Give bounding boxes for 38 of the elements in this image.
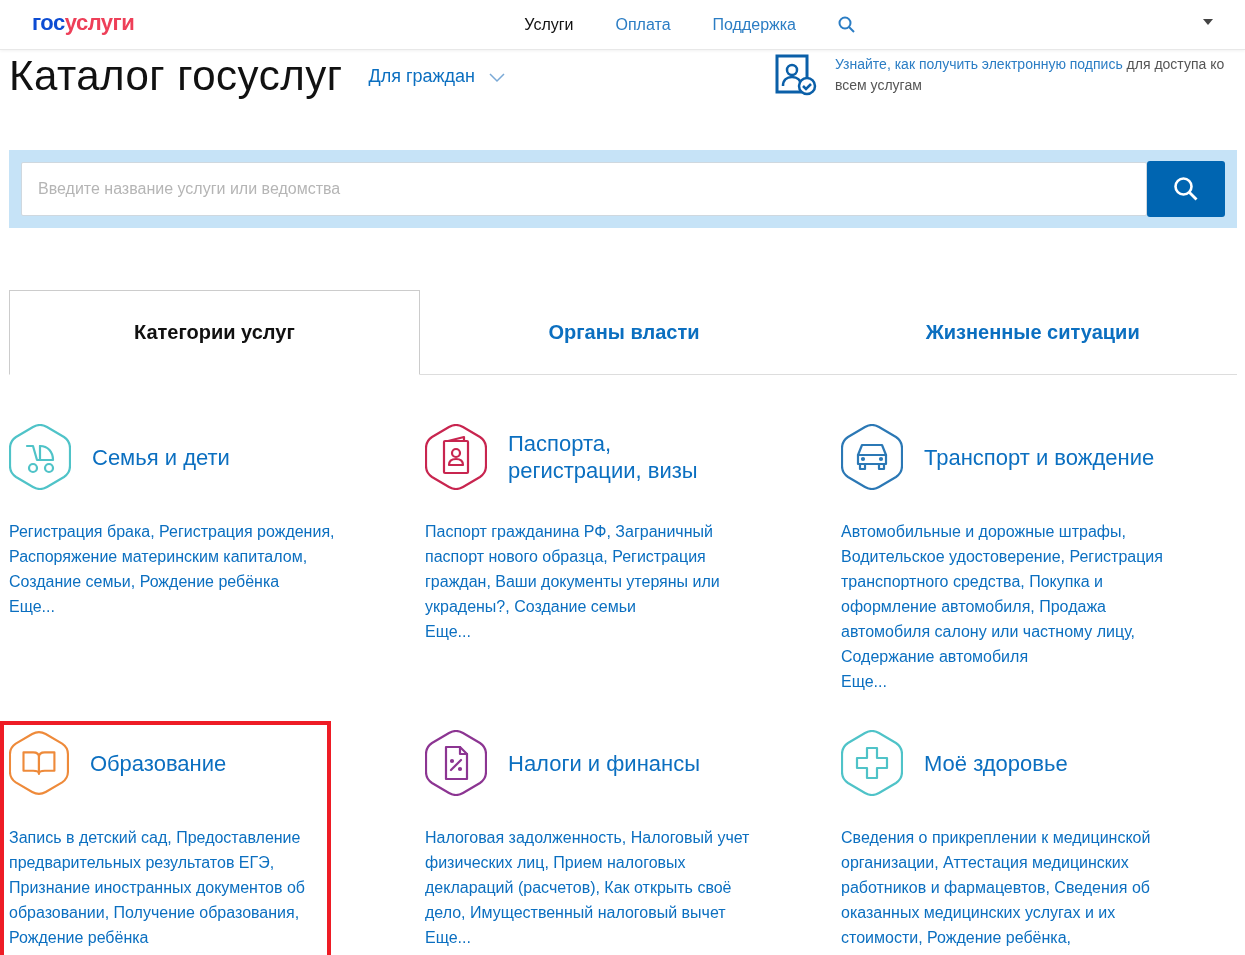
nav-link[interactable]: Услуги <box>524 15 574 34</box>
service-links[interactable]: Налоговая задолженность, Налоговый учет физических лиц, Прием налоговых деклараций (расчетов), Как открыть своё дело, Имущественный налоговый вычет <box>425 825 770 925</box>
nav-link[interactable]: Оплата <box>615 15 671 34</box>
tab[interactable]: Жизненные ситуации <box>828 290 1237 374</box>
more-link[interactable]: Еще... <box>425 925 832 950</box>
category-title-link[interactable]: Семья и дети <box>92 443 327 471</box>
tab[interactable]: Категории услуг <box>9 290 420 375</box>
more-link[interactable]: Еще... <box>9 594 416 619</box>
signature-link[interactable]: Узнайте, как получить электронную подпись <box>835 56 1123 72</box>
audience-dropdown[interactable]: Для граждан <box>368 66 505 87</box>
signature-promo-text: Узнайте, как получить электронную подпись для доступа ко всем услугам <box>835 55 1226 95</box>
more-link[interactable]: Еще... <box>841 669 1232 694</box>
chevron-down-icon[interactable] <box>489 72 505 83</box>
logo[interactable]: госуслуги <box>32 9 135 36</box>
passport-icon[interactable] <box>425 424 487 490</box>
tab[interactable]: Органы власти <box>419 290 829 374</box>
category-title-link[interactable]: Моё здоровье <box>924 749 1159 777</box>
search-icon[interactable] <box>838 15 856 34</box>
category-title-link[interactable]: Налоги и финансы <box>508 749 743 777</box>
category-title-link[interactable]: Образование <box>89 749 317 777</box>
category-title-link[interactable]: Паспорта, регистрации, визы <box>508 430 743 484</box>
document-percent-icon[interactable] <box>425 730 487 796</box>
book-icon[interactable] <box>9 730 69 796</box>
caret-icon[interactable] <box>1203 19 1213 25</box>
service-links[interactable]: Автомобильные и дорожные штрафы, Водительское удостоверение, Регистрация транспортного средства, Покупка и оформление автомобиля, Продажа автомобиля салону или частному лицу, Содержание автомобиля <box>841 519 1186 669</box>
search-button[interactable] <box>1147 161 1225 217</box>
nav-link[interactable]: Поддержка <box>712 15 796 34</box>
service-links[interactable]: Регистрация брака, Регистрация рождения, Распоряжение материнским капиталом, Создание семьи, Рождение ребёнка <box>9 519 354 594</box>
user-certificate-icon <box>775 54 817 96</box>
category-title-link[interactable]: Транспорт и вождение <box>924 443 1159 471</box>
search-icon[interactable] <box>1173 176 1199 202</box>
more-link[interactable]: Еще... <box>425 619 832 644</box>
search-field[interactable]: Введите название услуги или ведомства <box>21 162 1147 216</box>
service-links[interactable]: Сведения о прикреплении к медицинской организации, Аттестация медицинских работников и фармацевтов, Сведения об оказанных медицинских услугах и их стоимости, Рождение ребёнка, <box>841 825 1186 950</box>
car-icon[interactable] <box>841 424 903 490</box>
service-links[interactable]: Запись в детский сад, Предоставление предварительных результатов ЕГЭ, Признание иностранных документов об образовании, Получение образования, Рождение ребёнка <box>9 825 321 950</box>
page-title: Каталог госуслуг <box>9 52 343 100</box>
service-links[interactable]: Паспорт гражданина РФ, Заграничный паспорт нового образца, Регистрация граждан, Ваши документы утеряны или украдены?, Создание семьи <box>425 519 770 619</box>
